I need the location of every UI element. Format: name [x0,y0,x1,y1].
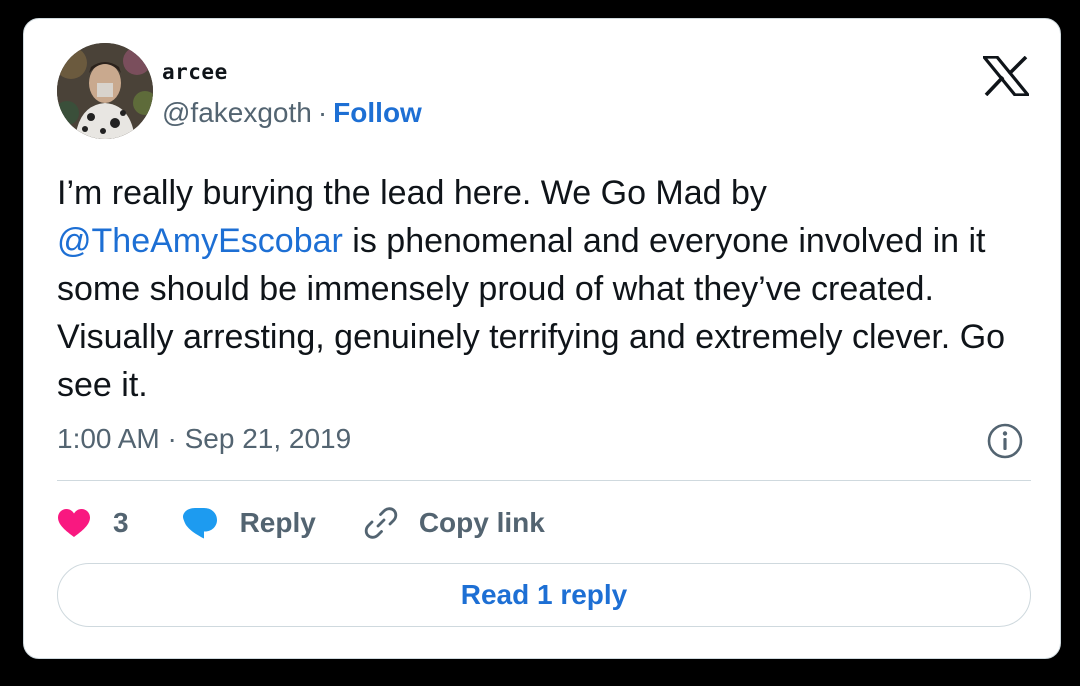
tweet-timestamp[interactable]: 1:00 AM · Sep 21, 2019 [57,423,351,455]
reply-button[interactable]: Reply [182,506,316,540]
avatar-photo [57,43,153,139]
divider [57,480,1031,481]
info-icon[interactable] [986,422,1024,460]
heart-icon [58,509,90,537]
author-handle[interactable]: @fakexgoth [162,97,312,128]
reply-label: Reply [239,507,316,538]
follow-button[interactable]: Follow [333,97,422,128]
like-button[interactable]: 3 [57,507,129,539]
link-icon [364,507,398,539]
copy-link-label: Copy link [418,507,545,538]
author-display-name[interactable]: arcee [162,60,228,84]
mention-link[interactable]: @TheAmyEscobar [57,222,343,260]
reply-bubble-icon [182,508,217,539]
read-reply-button[interactable]: Read 1 reply [57,563,1031,627]
author-avatar[interactable] [57,43,153,139]
tweet-text: I’m really burying the lead here. We Go … [57,169,1037,409]
copy-link-button[interactable]: Copy link [363,505,545,541]
x-logo-icon[interactable] [980,55,1032,97]
tweet-card: arcee @fakexgoth · Follow I’m really buryi… [23,18,1061,659]
author-handle-row: @fakexgoth · Follow [162,97,422,129]
tweet-text-part1: I’m really burying the lead here. We Go … [57,174,767,212]
like-count: 3 [113,507,129,538]
handle-separator: · [317,97,328,128]
action-bar: 3 Reply Copy link [57,500,545,546]
